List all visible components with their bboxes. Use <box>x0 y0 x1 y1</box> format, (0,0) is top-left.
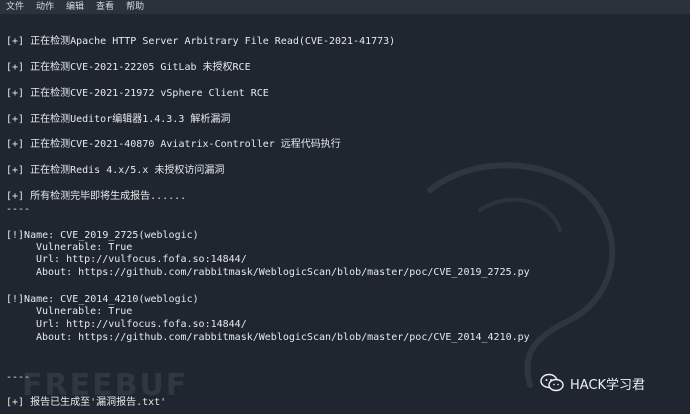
menu-action[interactable]: 动作 <box>36 0 54 14</box>
freebuf-watermark: FREEBUF <box>22 368 189 403</box>
brand-text: HACK学习君 <box>570 377 646 393</box>
terminal-line: [+] 正在检测Apache HTTP Server Arbitrary Fil… <box>6 36 396 47</box>
terminal-line: Url: http://vulfocus.fofa.so:14844/ <box>36 319 247 330</box>
brand-badge: HACK学习君 <box>540 373 645 393</box>
terminal-line: [+] 正在检测CVE-2021-21972 vSphere Client RC… <box>6 88 269 99</box>
menu-file[interactable]: 文件 <box>6 0 24 14</box>
menu-view[interactable]: 查看 <box>96 0 114 14</box>
terminal-window: 文件 动作 编辑 查看 帮助 [+] 正在检测Apache HTTP Serve… <box>0 0 690 414</box>
wechat-icon <box>540 373 564 392</box>
menu-edit[interactable]: 编辑 <box>66 0 84 14</box>
terminal-line: [+] 正在检测CVE-2021-40870 Aviatrix-Controll… <box>6 139 341 150</box>
terminal-line: Vulnerable: True <box>36 242 133 253</box>
terminal-line: Vulnerable: True <box>36 306 133 317</box>
terminal-line: Url: http://vulfocus.fofa.so:14844/ <box>36 254 247 265</box>
terminal-line: [+] 正在检测Redis 4.x/5.x 未授权访问漏洞 <box>6 165 225 176</box>
terminal-line: [+] 正在检测CVE-2021-22205 GitLab 未授权RCE <box>6 62 251 73</box>
terminal-line: About: https://github.com/rabbitmask/Web… <box>36 332 530 343</box>
terminal-line: About: https://github.com/rabbitmask/Web… <box>36 267 530 278</box>
terminal-separator: ---- <box>6 204 31 215</box>
menu-bar: 文件 动作 编辑 查看 帮助 <box>0 0 690 14</box>
terminal-line: [+] 正在检测Ueditor编辑器1.4.3.3 解析漏洞 <box>6 114 231 125</box>
terminal-line: [!]Name: CVE_2019_2725(weblogic) <box>6 230 199 241</box>
terminal-output[interactable]: [+] 正在检测Apache HTTP Server Arbitrary Fil… <box>6 14 686 414</box>
terminal-line: [+] 所有检测完毕即将生成报告...... <box>6 191 187 202</box>
menu-help[interactable]: 帮助 <box>126 0 144 14</box>
terminal-line: [!]Name: CVE_2014_4210(weblogic) <box>6 294 199 305</box>
